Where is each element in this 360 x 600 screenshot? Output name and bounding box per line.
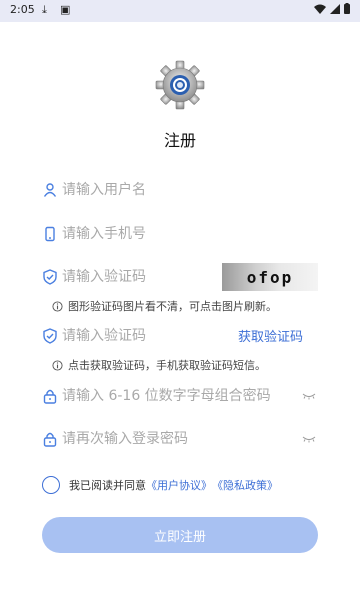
phone-field <box>40 219 320 249</box>
shield-check-icon <box>43 328 57 344</box>
battery-icon <box>344 3 350 14</box>
wifi-icon <box>314 4 326 14</box>
user-icon <box>43 183 57 197</box>
page-title: 注册 <box>163 131 196 150</box>
sms-code-hint-text: 点击获取验证码，手机获取验证码短信。 <box>68 359 266 372</box>
eye-closed-icon[interactable] <box>302 391 316 401</box>
app-notification-icon: ▣ <box>60 3 71 16</box>
confirm-password-input[interactable] <box>62 424 298 454</box>
password-field <box>40 381 320 411</box>
privacy-policy-link[interactable]: 《隐私政策》 <box>212 477 278 493</box>
user-agreement-link[interactable]: 《用户协议》 <box>146 477 212 493</box>
sms-code-input[interactable] <box>62 321 262 351</box>
phone-input[interactable] <box>62 219 262 249</box>
signal-icon <box>330 3 340 14</box>
status-bar: 2:05 ⤓ ▣ <box>0 0 360 22</box>
username-field <box>40 175 320 205</box>
sms-code-hint: 点击获取验证码，手机获取验证码短信。 <box>52 357 266 373</box>
status-icons <box>314 3 350 14</box>
info-icon <box>52 300 63 312</box>
agreement-checkbox[interactable] <box>42 476 60 494</box>
captcha-image[interactable]: ofop <box>222 263 318 291</box>
status-time: 2:05 <box>10 3 35 16</box>
image-captcha-hint-text: 图形验证码图片看不清，可点击图片刷新。 <box>68 300 277 313</box>
info-icon <box>52 359 63 371</box>
password-input[interactable] <box>62 381 298 411</box>
download-icon: ⤓ <box>42 3 47 16</box>
confirm-password-field <box>40 424 320 454</box>
register-button[interactable]: 立即注册 <box>42 517 318 553</box>
lock-icon <box>43 389 57 404</box>
lock-icon <box>43 432 57 447</box>
eye-closed-icon[interactable] <box>302 434 316 444</box>
username-input[interactable] <box>62 175 262 205</box>
agreement-row: 我已阅读并同意 《用户协议》 《隐私政策》 <box>42 475 278 495</box>
get-code-button[interactable]: 获取验证码 <box>238 326 303 345</box>
agreement-text: 我已阅读并同意 <box>69 479 146 492</box>
shield-check-icon <box>43 269 57 285</box>
phone-icon <box>45 226 55 242</box>
image-captcha-hint: 图形验证码图片看不清，可点击图片刷新。 <box>52 298 277 314</box>
app-logo-gear-icon <box>155 60 205 110</box>
